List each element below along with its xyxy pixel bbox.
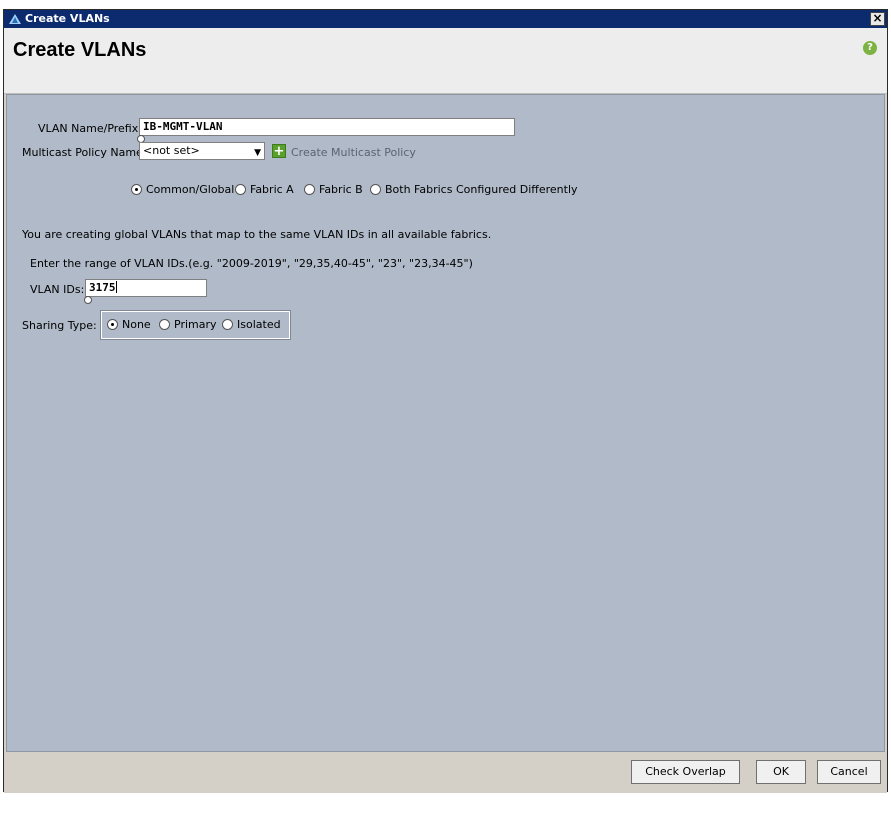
text-caret — [115, 281, 117, 293]
multicast-policy-value: <not set> — [143, 144, 200, 157]
chevron-down-icon: ▼ — [254, 148, 261, 158]
vlan-ids-input[interactable]: 3175 — [85, 279, 207, 297]
ok-button[interactable]: OK — [756, 760, 806, 784]
create-multicast-policy-link[interactable]: Create Multicast Policy — [291, 146, 416, 159]
radio-fabric-b[interactable]: Fabric B — [304, 183, 363, 196]
radio-dot-icon — [222, 319, 233, 330]
vlan-name-input[interactable]: IB-MGMT-VLAN — [139, 118, 515, 136]
radio-sharing-primary[interactable]: Primary — [159, 318, 217, 331]
help-icon[interactable]: ? — [863, 41, 877, 55]
radio-sharing-none[interactable]: None — [107, 318, 151, 331]
radio-common-global[interactable]: Common/Global — [131, 183, 234, 196]
radio-dot-icon — [159, 319, 170, 330]
radio-dot-icon — [304, 184, 315, 195]
page-title: Create VLANs — [13, 39, 147, 61]
vlan-ids-label: VLAN IDs: — [30, 283, 85, 296]
multicast-policy-label: Multicast Policy Name: — [22, 146, 147, 159]
form-panel: VLAN Name/Prefix: IB-MGMT-VLAN Multicast… — [6, 94, 885, 752]
cancel-button[interactable]: Cancel — [817, 760, 881, 784]
radio-dot-icon — [235, 184, 246, 195]
radio-label: Fabric A — [250, 183, 294, 196]
info-marker-icon — [84, 296, 92, 304]
check-overlap-button[interactable]: Check Overlap — [631, 760, 740, 784]
radio-label: Isolated — [237, 318, 281, 331]
radio-both-fabrics[interactable]: Both Fabrics Configured Differently — [370, 183, 578, 196]
radio-label: Fabric B — [319, 183, 363, 196]
window-title: Create VLANs — [25, 12, 110, 25]
radio-label: Primary — [174, 318, 217, 331]
create-vlans-dialog: Create VLANs × Create VLANs ? VLAN Name/… — [3, 9, 888, 793]
sharing-type-label: Sharing Type: — [22, 319, 97, 332]
range-hint: Enter the range of VLAN IDs.(e.g. "2009-… — [30, 257, 473, 270]
dialog-header: Create VLANs ? — [4, 28, 887, 94]
vlan-ids-value: 3175 — [89, 281, 116, 294]
radio-dot-icon — [107, 319, 118, 330]
close-icon[interactable]: × — [870, 12, 885, 26]
vlan-name-value: IB-MGMT-VLAN — [143, 120, 223, 133]
radio-fabric-a[interactable]: Fabric A — [235, 183, 294, 196]
title-bar[interactable]: Create VLANs × — [4, 10, 887, 28]
ucs-logo-icon — [9, 14, 21, 24]
vlan-name-label: VLAN Name/Prefix: — [38, 122, 142, 135]
radio-label: Both Fabrics Configured Differently — [385, 183, 578, 196]
button-bar: Check Overlap OK Cancel — [4, 752, 887, 793]
radio-sharing-isolated[interactable]: Isolated — [222, 318, 281, 331]
radio-dot-icon — [131, 184, 142, 195]
radio-label: None — [122, 318, 151, 331]
info-text: You are creating global VLANs that map t… — [22, 228, 492, 241]
radio-label: Common/Global — [146, 183, 235, 196]
radio-dot-icon — [370, 184, 381, 195]
multicast-policy-select[interactable]: <not set> ▼ — [139, 142, 265, 160]
plus-icon[interactable]: + — [272, 144, 286, 158]
